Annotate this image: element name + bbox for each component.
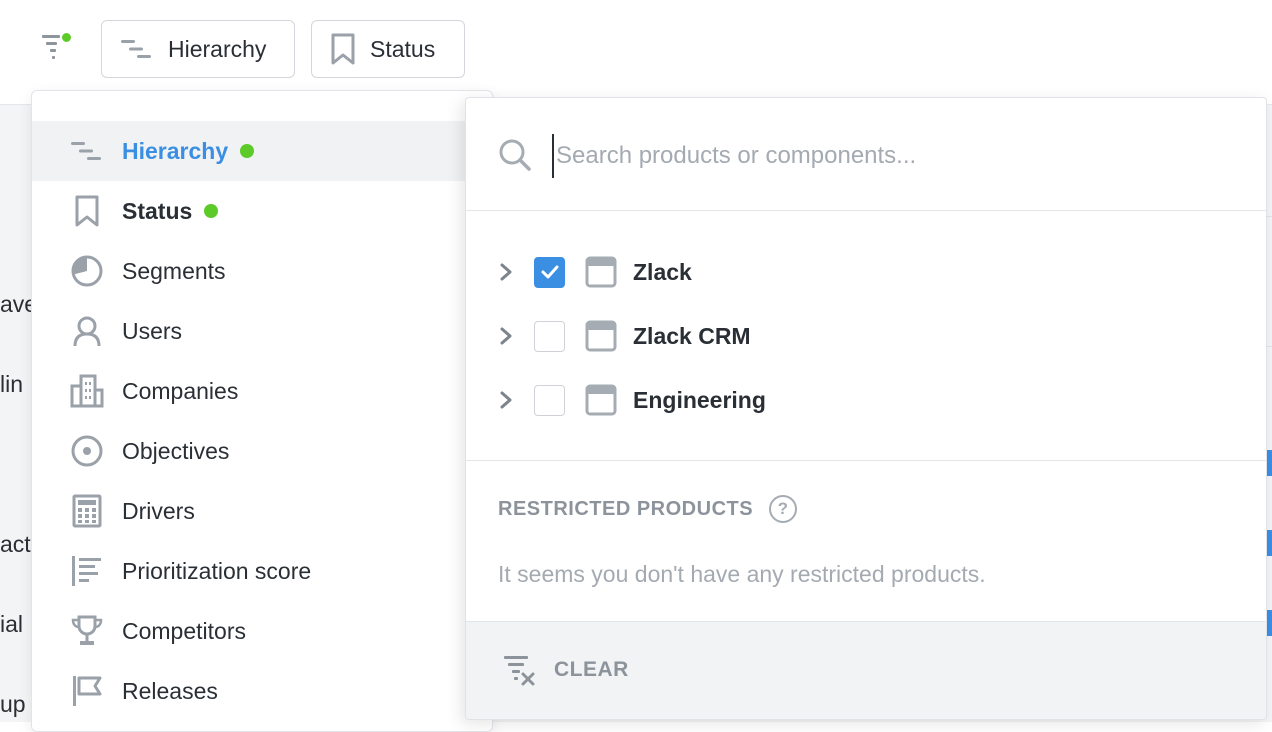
checkmark-icon [541, 265, 558, 279]
product-name[interactable]: Zlack CRM [633, 323, 751, 350]
menu-item-label: Status [122, 197, 193, 224]
menu-item-status[interactable]: Status [32, 181, 492, 241]
product-name[interactable]: Zlack [633, 259, 692, 286]
menu-item-label: Competitors [122, 617, 246, 644]
background-text-fragment: ial [0, 611, 24, 637]
clear-button-label: CLEAR [554, 658, 629, 681]
chevron-right-icon[interactable] [496, 326, 516, 346]
menu-item-label: Releases [122, 677, 218, 704]
menu-item-label: Objectives [122, 437, 230, 464]
filter-category-menu: Hierarchy Status Segments Users Companie… [31, 90, 493, 732]
building-icon [70, 374, 104, 408]
hierarchy-icon [70, 134, 104, 168]
menu-item-label: Drivers [122, 497, 195, 524]
menu-item-competitors[interactable]: Competitors [32, 601, 492, 661]
background-text-fragment: lin [0, 371, 24, 397]
user-icon [70, 314, 104, 348]
hierarchy-chip-label: Hierarchy [168, 35, 267, 62]
clear-filter-icon [504, 656, 535, 686]
restricted-products-section: RESTRICTED PRODUCTS ? It seems you don't… [466, 460, 1266, 621]
product-checkbox[interactable] [534, 320, 565, 352]
search-row [466, 98, 1266, 211]
menu-item-label: Users [122, 317, 183, 344]
pie-icon [70, 254, 104, 288]
calculator-icon [70, 494, 104, 528]
menu-item-companies[interactable]: Companies [32, 361, 492, 421]
background-progress-marker [1267, 530, 1272, 556]
chevron-right-icon[interactable] [496, 262, 516, 282]
target-icon [70, 434, 104, 468]
product-checkbox[interactable] [534, 384, 565, 416]
background-text-fragment: up [0, 691, 26, 717]
menu-item-label: Hierarchy [122, 137, 229, 164]
filter-category-list: Hierarchy Status Segments Users Companie… [32, 121, 492, 721]
active-indicator-dot [204, 204, 219, 218]
bookmark-icon [331, 33, 355, 65]
menu-item-drivers[interactable]: Drivers [32, 481, 492, 541]
active-filter-dot [62, 33, 71, 42]
menu-item-label: Prioritization score [122, 557, 312, 584]
hierarchy-filter-chip[interactable]: Hierarchy [101, 20, 295, 78]
menu-item-hierarchy[interactable]: Hierarchy [32, 121, 492, 181]
menu-item-label: Segments [122, 257, 226, 284]
search-input[interactable] [552, 134, 1178, 178]
chevron-right-icon[interactable] [496, 390, 516, 410]
product-checkbox[interactable] [534, 256, 565, 288]
product-tree: Zlack Zlack CRM Engineering [466, 240, 1266, 432]
tree-row-zlack-crm: Zlack CRM [466, 304, 1266, 368]
status-chip-label: Status [370, 35, 436, 62]
menu-item-objectives[interactable]: Objectives [32, 421, 492, 481]
search-icon [499, 139, 531, 171]
filter-toggle-button[interactable] [38, 30, 72, 64]
product-icon [585, 256, 617, 288]
hierarchy-filter-panel: Zlack Zlack CRM Engineering [465, 97, 1267, 720]
panel-footer: CLEAR [466, 621, 1266, 719]
menu-item-releases[interactable]: Releases [32, 661, 492, 721]
restricted-products-heading: RESTRICTED PRODUCTS ? [498, 495, 798, 523]
help-icon[interactable]: ? [769, 495, 798, 523]
menu-item-users[interactable]: Users [32, 301, 492, 361]
status-filter-chip[interactable]: Status [311, 20, 465, 78]
clear-button[interactable]: CLEAR [502, 650, 629, 690]
active-indicator-dot [240, 144, 255, 158]
tree-row-engineering: Engineering [466, 368, 1266, 432]
menu-item-prioritization-score[interactable]: Prioritization score [32, 541, 492, 601]
menu-item-label: Companies [122, 377, 239, 404]
score-icon [70, 554, 104, 588]
background-progress-marker [1267, 450, 1272, 476]
restricted-products-message: It seems you don't have any restricted p… [498, 561, 986, 587]
trophy-icon [70, 614, 104, 648]
product-icon [585, 384, 617, 416]
bookmark-icon [70, 194, 104, 228]
product-icon [585, 320, 617, 352]
background-progress-marker [1267, 610, 1272, 636]
menu-item-segments[interactable]: Segments [32, 241, 492, 301]
tree-row-zlack: Zlack [466, 240, 1266, 304]
hierarchy-icon [121, 40, 151, 58]
restricted-products-title: RESTRICTED PRODUCTS [498, 497, 754, 520]
product-name[interactable]: Engineering [633, 387, 766, 414]
flag-icon [70, 674, 104, 708]
